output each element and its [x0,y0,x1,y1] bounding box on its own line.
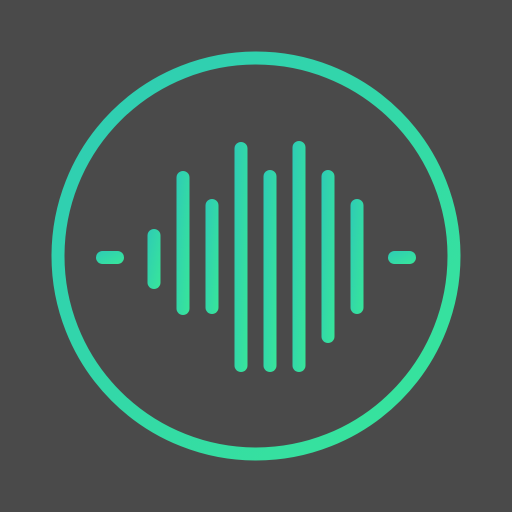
wave-bar [234,142,248,372]
app-icon [0,0,512,512]
left-dash [96,251,124,264]
wave-bar [176,171,190,315]
sound-wave-icon [0,0,512,512]
wave-bar [292,141,306,372]
right-dash [388,251,416,264]
wave-bar [147,229,161,289]
wave-bar [350,199,364,314]
wave-bar [205,199,219,314]
icon-background [0,0,512,512]
wave-bar [263,170,277,372]
wave-bar [321,170,335,343]
